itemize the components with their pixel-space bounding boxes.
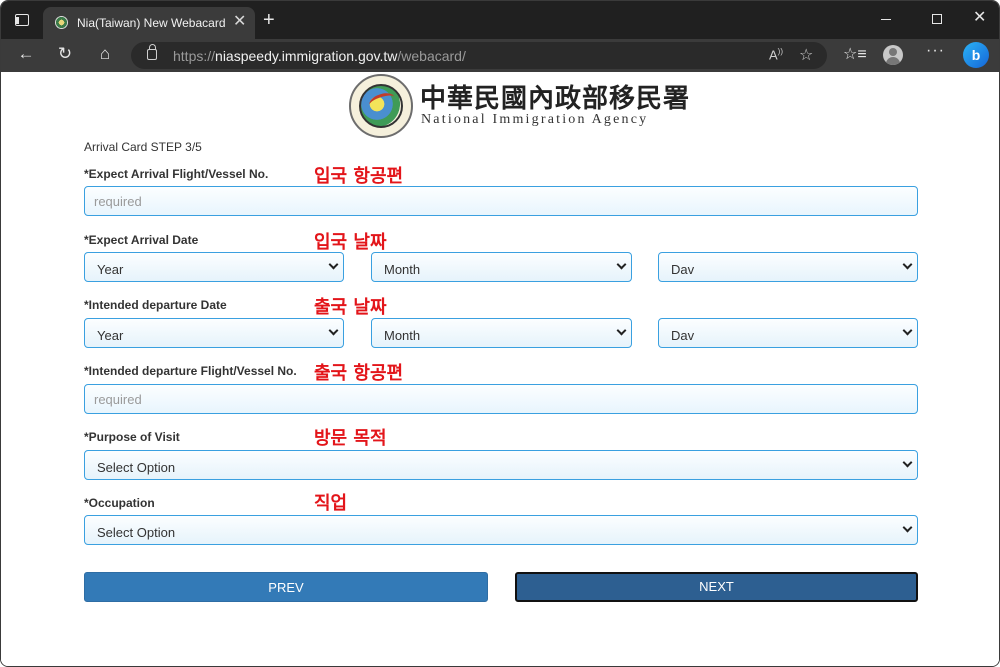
tab-title: Nia(Taiwan) New Webacard	[77, 16, 226, 30]
url-host: niaspeedy.immigration.gov.tw	[215, 48, 398, 64]
occupation-value: Select Option	[97, 525, 176, 540]
chevron-down-icon	[902, 325, 913, 336]
browser-window: Nia(Taiwan) New Webacard ✕ + ✕ ← ↻ ⌂ htt…	[0, 0, 1000, 667]
home-icon[interactable]: ⌂	[93, 44, 117, 64]
favorite-add-icon[interactable]: ☆	[799, 45, 813, 65]
chevron-down-icon	[902, 457, 913, 468]
next-button[interactable]: NEXT	[515, 572, 918, 602]
purpose-note: 방문 목적	[314, 428, 387, 449]
url-text[interactable]: https://niaspeedy.immigration.gov.tw/web…	[173, 48, 466, 64]
arrival-date-label: *Expect Arrival Date	[84, 233, 199, 247]
purpose-label: *Purpose of Visit	[84, 430, 180, 444]
tab-actions-icon[interactable]	[15, 14, 29, 26]
agency-name-chinese: 中華民國內政部移民署	[420, 84, 691, 114]
profile-icon[interactable]	[883, 45, 903, 65]
address-bar[interactable]: https://niaspeedy.immigration.gov.tw/web…	[131, 42, 827, 69]
tab-close-icon[interactable]: ✕	[233, 13, 246, 31]
departure-day-select[interactable]: Dav	[658, 318, 918, 348]
collections-icon[interactable]: ☆≡	[843, 44, 867, 64]
departure-month-value: Month	[384, 328, 421, 343]
webpage: 中華民國內政部移民署 National Immigration Agency A…	[1, 72, 999, 666]
navigation-bar: ← ↻ ⌂ https://niaspeedy.immigration.gov.…	[1, 39, 999, 72]
browser-tab[interactable]: Nia(Taiwan) New Webacard ✕	[43, 7, 255, 39]
url-prefix: https://	[173, 48, 216, 64]
chevron-down-icon	[902, 259, 913, 270]
departure-date-label: *Intended departure Date	[84, 298, 227, 312]
arrival-flight-label: *Expect Arrival Flight/Vessel No.	[84, 167, 269, 181]
arrival-day-value: Dav	[671, 262, 695, 277]
arrival-flight-input[interactable]	[84, 186, 918, 216]
departure-year-select[interactable]: Year	[84, 318, 344, 348]
bing-icon[interactable]: b	[963, 42, 989, 68]
departure-flight-label: *Intended departure Flight/Vessel No.	[84, 364, 297, 378]
more-icon[interactable]: ···	[926, 42, 945, 60]
arrival-month-value: Month	[384, 262, 421, 277]
url-path: /webacard/	[397, 48, 466, 64]
chevron-down-icon	[328, 259, 339, 270]
window-close-icon[interactable]: ✕	[973, 10, 986, 26]
occupation-note: 직업	[314, 493, 348, 514]
purpose-value: Select Option	[97, 460, 176, 475]
title-bar: Nia(Taiwan) New Webacard ✕ + ✕	[1, 1, 999, 39]
arrival-year-select[interactable]: Year	[84, 252, 344, 282]
favicon-icon	[55, 16, 68, 29]
chevron-down-icon	[328, 325, 339, 336]
agency-seal-logo	[349, 74, 413, 138]
departure-year-value: Year	[97, 328, 124, 343]
step-indicator: Arrival Card STEP 3/5	[84, 140, 202, 154]
arrival-flight-note: 입국 항공편	[314, 166, 404, 187]
departure-day-value: Dav	[671, 328, 695, 343]
arrival-day-select[interactable]: Dav	[658, 252, 918, 282]
prev-button[interactable]: PREV	[84, 572, 488, 602]
maximize-icon[interactable]	[932, 14, 942, 24]
departure-date-note: 출국 날짜	[314, 297, 387, 318]
new-tab-icon[interactable]: +	[263, 10, 275, 30]
agency-name-english: National Immigration Agency	[421, 112, 649, 127]
occupation-select[interactable]: Select Option	[84, 515, 918, 545]
arrival-year-value: Year	[97, 262, 124, 277]
chevron-down-icon	[902, 522, 913, 533]
occupation-label: *Occupation	[84, 496, 155, 510]
departure-month-select[interactable]: Month	[371, 318, 632, 348]
chevron-down-icon	[616, 259, 627, 270]
refresh-icon[interactable]: ↻	[53, 44, 77, 64]
arrival-date-note: 입국 날짜	[314, 232, 387, 253]
back-icon[interactable]: ←	[14, 44, 38, 64]
read-aloud-icon[interactable]: A))	[769, 47, 783, 62]
lock-icon[interactable]	[147, 44, 157, 60]
departure-flight-note: 출국 항공편	[314, 363, 404, 384]
departure-flight-input[interactable]	[84, 384, 918, 414]
purpose-select[interactable]: Select Option	[84, 450, 918, 480]
arrival-month-select[interactable]: Month	[371, 252, 632, 282]
chevron-down-icon	[616, 325, 627, 336]
